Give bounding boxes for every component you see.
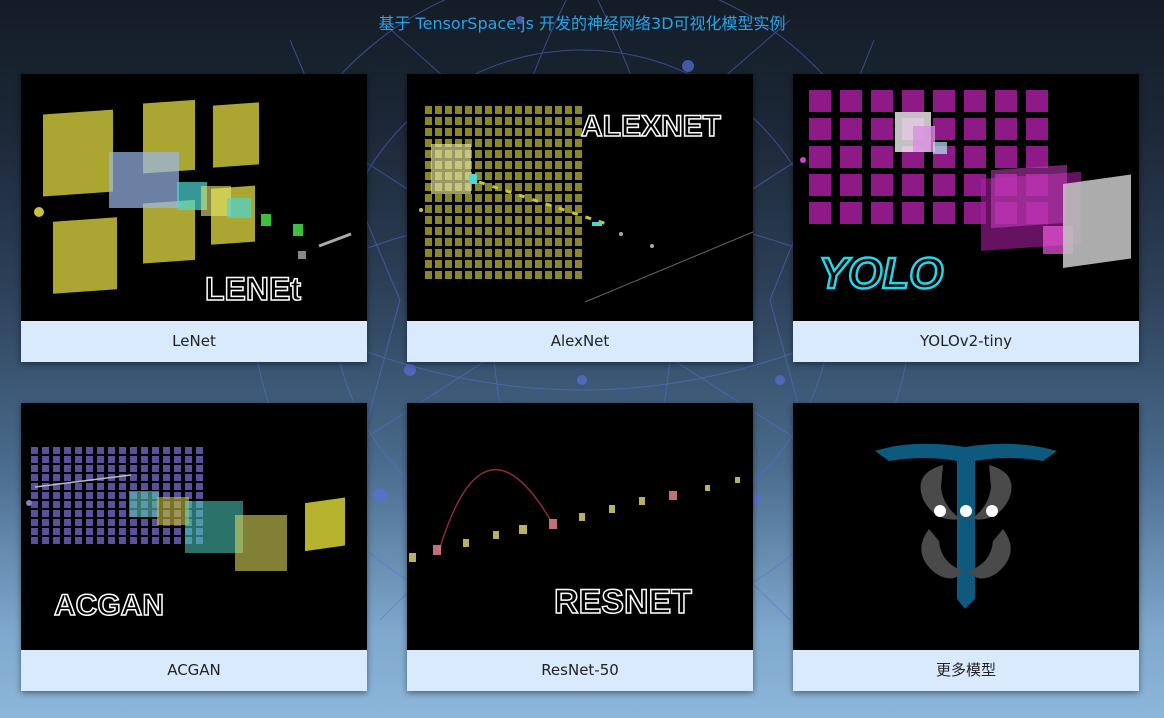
lenet-thumbnail: LENEt bbox=[21, 74, 367, 321]
resnet-logo-text: RESNET bbox=[554, 583, 692, 621]
yolo-logo-text: YOLO bbox=[819, 249, 944, 298]
model-card-yolo[interactable]: YOLO YOLOv2-tiny bbox=[793, 74, 1139, 362]
model-label-alexnet[interactable]: AlexNet bbox=[407, 321, 753, 362]
model-card-more[interactable]: 更多模型 bbox=[793, 403, 1139, 691]
model-card-lenet[interactable]: LENEt LeNet bbox=[21, 74, 367, 362]
model-label-resnet[interactable]: ResNet-50 bbox=[407, 650, 753, 691]
alexnet-thumbnail: ALEXNET bbox=[407, 74, 753, 321]
resnet-thumbnail: RESNET bbox=[407, 403, 753, 650]
model-label-more[interactable]: 更多模型 bbox=[793, 650, 1139, 691]
model-label-lenet[interactable]: LeNet bbox=[21, 321, 367, 362]
model-card-resnet[interactable]: RESNET ResNet-50 bbox=[407, 403, 753, 691]
lenet-logo-text: LENEt bbox=[205, 271, 301, 307]
acgan-thumbnail: ACGAN bbox=[21, 403, 367, 650]
model-card-alexnet[interactable]: ALEXNET AlexNet bbox=[407, 74, 753, 362]
alexnet-logo-text: ALEXNET bbox=[581, 110, 721, 143]
page-title: 基于 TensorSpace.js 开发的神经网络3D可视化模型实例 bbox=[378, 14, 786, 33]
model-label-yolo[interactable]: YOLOv2-tiny bbox=[793, 321, 1139, 362]
tensorspace-logo bbox=[793, 403, 1139, 650]
acgan-logo-text: ACGAN bbox=[54, 589, 164, 622]
model-card-acgan[interactable]: ACGAN ACGAN bbox=[21, 403, 367, 691]
yolo-thumbnail: YOLO bbox=[793, 74, 1139, 321]
model-label-acgan[interactable]: ACGAN bbox=[21, 650, 367, 691]
